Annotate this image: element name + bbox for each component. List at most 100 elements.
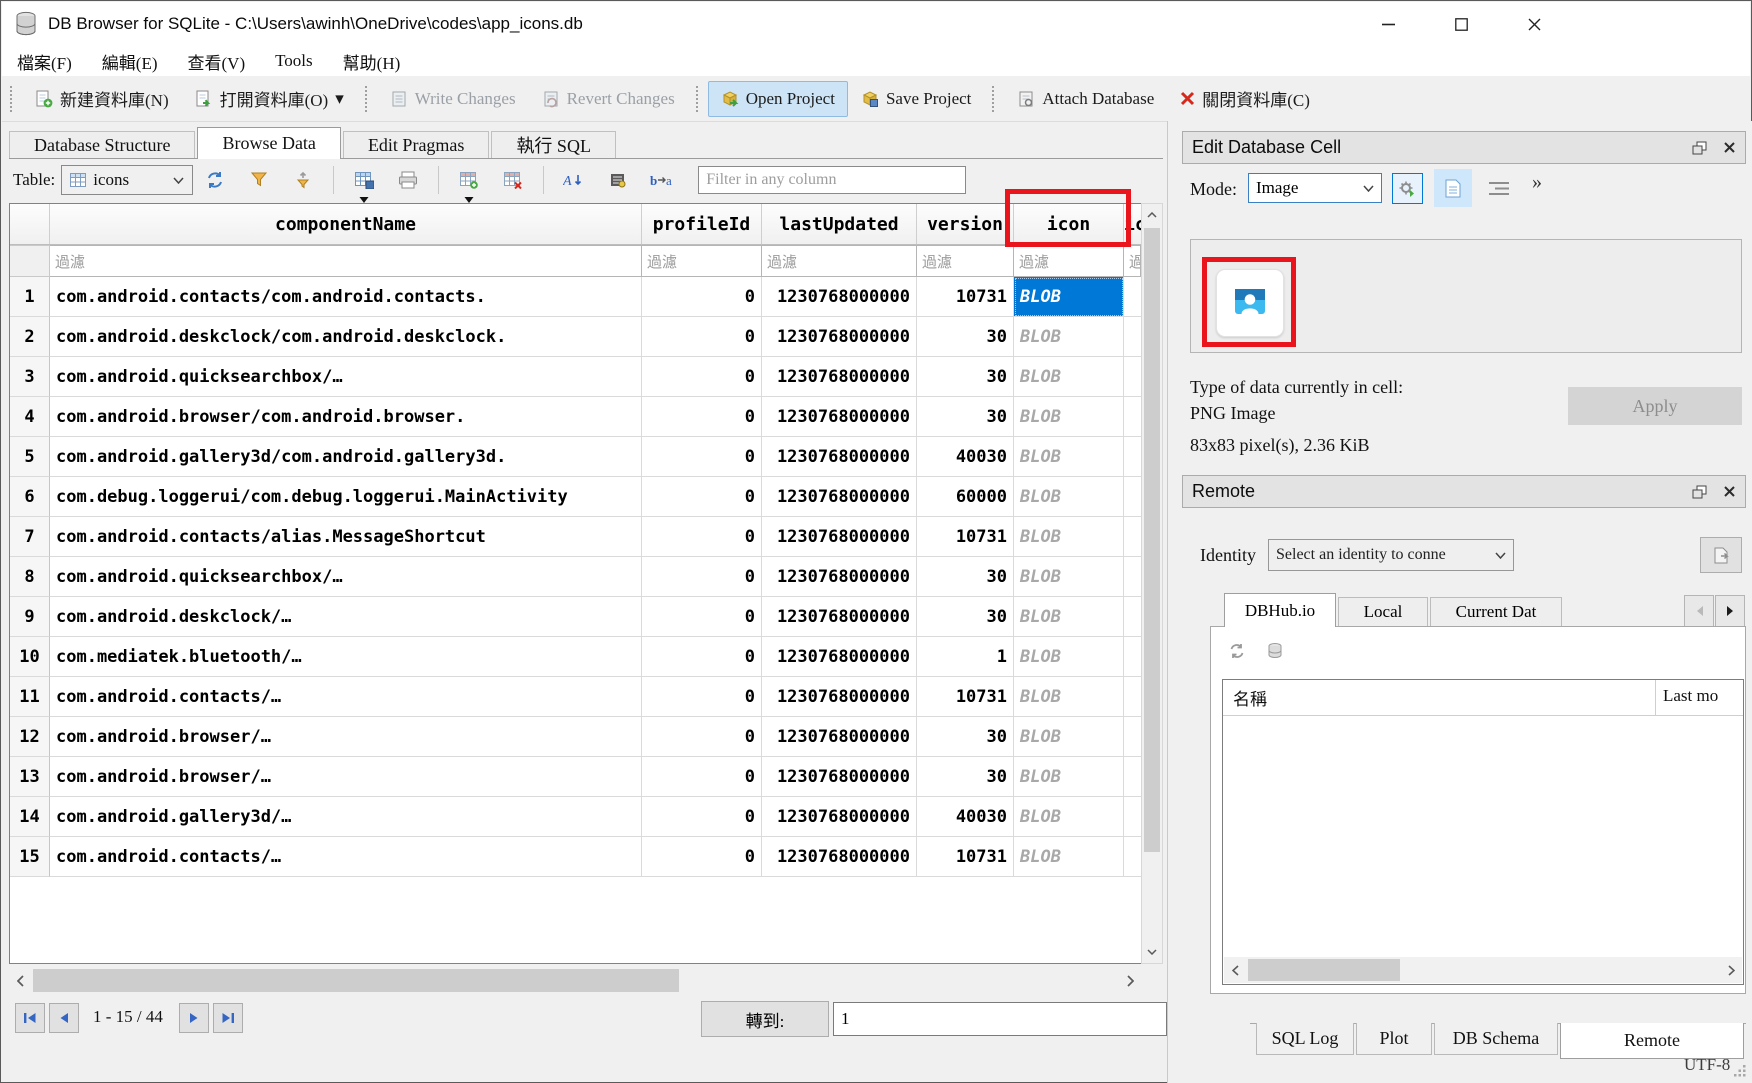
row-number[interactable]: 12	[10, 717, 50, 757]
cell-componentName[interactable]: com.android.browser/…	[50, 717, 642, 757]
cell-icon-blob[interactable]: BLOB	[1014, 837, 1124, 877]
cell-lastUpdated[interactable]: 1230768000000	[762, 557, 917, 597]
tab-plot[interactable]: Plot	[1356, 1023, 1432, 1055]
cell-icon-blob[interactable]: BLOB	[1014, 717, 1124, 757]
float-panel-icon[interactable]	[1692, 141, 1707, 155]
cell-partial[interactable]	[1124, 437, 1141, 477]
cell-profileId[interactable]: 0	[642, 677, 762, 717]
cell-lastUpdated[interactable]: 1230768000000	[762, 437, 917, 477]
menu-tools[interactable]: Tools	[260, 46, 328, 76]
filter-lastUpdated[interactable]: 過濾	[762, 245, 917, 277]
tab-scroll-left-icon[interactable]	[1684, 595, 1714, 627]
cell-version[interactable]: 10731	[917, 677, 1014, 717]
import-data-button[interactable]	[1392, 173, 1423, 204]
cell-partial[interactable]	[1124, 797, 1141, 837]
vertical-scroll-thumb[interactable]	[1144, 228, 1160, 852]
tree-horizontal-scrollbar[interactable]	[1224, 957, 1742, 983]
row-number[interactable]: 8	[10, 557, 50, 597]
cell-version[interactable]: 30	[917, 757, 1014, 797]
previous-record-button[interactable]	[49, 1003, 79, 1033]
cell-partial[interactable]	[1124, 677, 1141, 717]
cell-profileId[interactable]: 0	[642, 277, 762, 317]
apply-button[interactable]: Apply	[1568, 387, 1742, 425]
filter-profileId[interactable]: 過濾	[642, 245, 762, 277]
cell-lastUpdated[interactable]: 1230768000000	[762, 757, 917, 797]
cell-profileId[interactable]: 0	[642, 797, 762, 837]
scroll-right-icon[interactable]	[1119, 967, 1141, 994]
cell-version[interactable]: 10731	[917, 277, 1014, 317]
row-number[interactable]: 4	[10, 397, 50, 437]
cell-componentName[interactable]: com.android.contacts/…	[50, 677, 642, 717]
tab-execute-sql[interactable]: 執行 SQL	[491, 131, 616, 158]
remote-database-icon[interactable]	[1263, 639, 1287, 663]
maximize-icon[interactable]	[1438, 4, 1484, 44]
column-header-componentName[interactable]: componentName	[50, 204, 642, 244]
menu-view[interactable]: 查看(V)	[173, 46, 261, 76]
tree-column-divider[interactable]	[1655, 680, 1656, 715]
cell-partial[interactable]	[1124, 477, 1141, 517]
tree-modified-column[interactable]: Last mo	[1663, 686, 1743, 706]
cell-lastUpdated[interactable]: 1230768000000	[762, 837, 917, 877]
first-record-button[interactable]	[15, 1003, 45, 1033]
remote-tab-local[interactable]: Local	[1338, 597, 1428, 627]
cell-partial[interactable]	[1124, 837, 1141, 877]
row-number[interactable]: 6	[10, 477, 50, 517]
cell-componentName[interactable]: com.android.quicksearchbox/…	[50, 557, 642, 597]
scroll-down-icon[interactable]	[1142, 941, 1162, 963]
cell-version[interactable]: 1	[917, 637, 1014, 677]
menu-edit[interactable]: 編輯(E)	[87, 46, 173, 76]
cell-version[interactable]: 40030	[917, 797, 1014, 837]
row-number[interactable]: 7	[10, 517, 50, 557]
print-table-icon[interactable]	[603, 165, 633, 195]
cell-componentName[interactable]: com.android.gallery3d/com.android.galler…	[50, 437, 642, 477]
print-icon[interactable]	[393, 165, 423, 195]
cell-profileId[interactable]: 0	[642, 637, 762, 677]
cell-icon-blob[interactable]: BLOB	[1014, 277, 1124, 317]
open-database-caret-icon[interactable]: ▾	[335, 89, 344, 109]
scroll-left-icon[interactable]	[9, 967, 31, 994]
cell-version[interactable]: 30	[917, 717, 1014, 757]
row-number[interactable]: 5	[10, 437, 50, 477]
cell-componentName[interactable]: com.android.contacts/com.android.contact…	[50, 277, 642, 317]
revert-changes-button[interactable]: Revert Changes	[529, 81, 688, 117]
filter-any-column-input[interactable]	[698, 166, 966, 194]
cell-icon-blob[interactable]: BLOB	[1014, 397, 1124, 437]
tree-scroll-thumb[interactable]	[1248, 959, 1400, 981]
filter-componentName[interactable]: 過濾	[50, 245, 642, 277]
corner-header[interactable]	[10, 204, 50, 244]
cell-lastUpdated[interactable]: 1230768000000	[762, 357, 917, 397]
grid-vertical-scrollbar[interactable]	[1141, 203, 1163, 964]
cell-partial[interactable]	[1124, 517, 1141, 557]
cell-version[interactable]: 10731	[917, 517, 1014, 557]
close-panel-icon[interactable]	[1723, 485, 1736, 498]
tab-database-structure[interactable]: Database Structure	[9, 131, 195, 158]
cell-icon-blob[interactable]: BLOB	[1014, 597, 1124, 637]
remote-tab-dbhub[interactable]: DBHub.io	[1224, 593, 1336, 627]
close-database-button[interactable]: 關閉資料庫(C)	[1167, 78, 1323, 119]
cell-version[interactable]: 10731	[917, 837, 1014, 877]
cell-profileId[interactable]: 0	[642, 317, 762, 357]
identity-export-button[interactable]	[1700, 537, 1742, 573]
float-panel-icon[interactable]	[1692, 485, 1707, 499]
row-number[interactable]: 3	[10, 357, 50, 397]
row-number[interactable]: 13	[10, 757, 50, 797]
row-number[interactable]: 9	[10, 597, 50, 637]
cell-componentName[interactable]: com.mediatek.bluetooth/…	[50, 637, 642, 677]
indent-icon[interactable]	[1486, 177, 1512, 199]
cell-icon-blob[interactable]: BLOB	[1014, 677, 1124, 717]
cell-icon-blob[interactable]: BLOB	[1014, 757, 1124, 797]
text-view-button[interactable]	[1434, 169, 1472, 207]
minimize-icon[interactable]	[1365, 4, 1411, 44]
new-database-button[interactable]: 新建資料庫(N)	[22, 78, 182, 119]
filter-icon[interactable]: 過濾	[1014, 245, 1124, 277]
row-number[interactable]: 1	[10, 277, 50, 317]
close-icon[interactable]	[1511, 4, 1557, 44]
cell-componentName[interactable]: com.android.gallery3d/…	[50, 797, 642, 837]
refresh-icon[interactable]	[200, 165, 230, 195]
menu-help[interactable]: 幫助(H)	[328, 46, 416, 76]
cell-lastUpdated[interactable]: 1230768000000	[762, 317, 917, 357]
table-select[interactable]: icons	[61, 165, 193, 195]
last-record-button[interactable]	[213, 1003, 243, 1033]
cell-version[interactable]: 60000	[917, 477, 1014, 517]
cell-partial[interactable]	[1124, 597, 1141, 637]
